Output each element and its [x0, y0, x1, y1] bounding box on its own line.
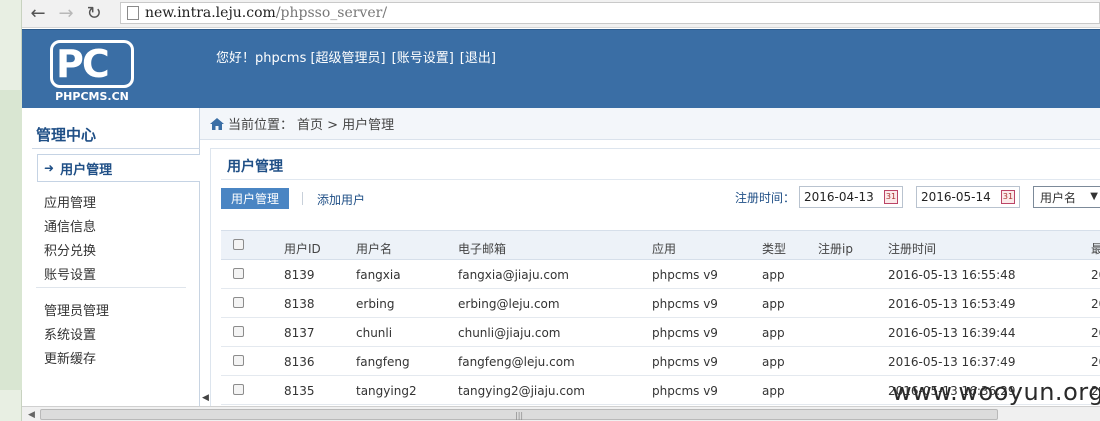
app-header: PC PHPCMS.CN 您好！phpcms [超级管理员] [账号设置] [退…: [22, 29, 1100, 108]
calendar-icon[interactable]: 31: [1001, 190, 1015, 204]
phpcms-logo[interactable]: PC PHPCMS.CN: [48, 40, 136, 104]
table-header: 用户ID 用户名 电子邮箱 应用 类型 注册ip 注册时间 最: [221, 230, 1100, 260]
calendar-icon[interactable]: 31: [884, 190, 898, 204]
greeting-text: 您好！phpcms [超级管理员]: [216, 51, 386, 66]
tab-divider: [302, 192, 303, 205]
reload-icon[interactable]: ↻: [82, 2, 106, 26]
user-management-panel: 用户管理 用户管理 添加用户 注册时间： 2016-04-13 31 2016-…: [210, 148, 1100, 406]
back-icon[interactable]: ←: [26, 2, 50, 26]
sidebar-item-points-exchange[interactable]: 积分兑换: [44, 240, 96, 259]
sidebar-item-update-cache[interactable]: 更新缓存: [44, 348, 96, 367]
select-all-checkbox[interactable]: [233, 239, 244, 250]
row-checkbox[interactable]: [233, 355, 244, 366]
sidebar-item-system-settings[interactable]: 系统设置: [44, 324, 96, 343]
user-greeting: 您好！phpcms [超级管理员] [账号设置] [退出]: [216, 47, 496, 66]
table-row[interactable]: 8136 fangfeng fangfeng@leju.com phpcms v…: [221, 347, 1100, 376]
col-type: 类型: [762, 242, 787, 256]
logout-link[interactable]: [退出]: [460, 47, 496, 66]
tab-user-management[interactable]: 用户管理: [221, 188, 289, 209]
horizontal-scrollbar[interactable]: ◀ |||: [22, 406, 1100, 421]
row-checkbox[interactable]: [233, 326, 244, 337]
sidebar: 管理中心 ➜ 用户管理 应用管理 通信信息 积分兑换 账号设置 管理员管理 系统…: [22, 108, 200, 406]
main-content: 当前位置： 首页 > 用户管理 用户管理 用户管理 添加用户 注册时间： 201…: [200, 108, 1100, 406]
divider: [32, 148, 200, 149]
row-checkbox[interactable]: [233, 384, 244, 395]
col-app: 应用: [652, 242, 677, 256]
browser-window: ← → ↻ new.intra.leju.com/phpsso_server/ …: [22, 0, 1100, 421]
home-icon: [210, 117, 224, 130]
table-row[interactable]: 8137 chunli chunli@jiaju.com phpcms v9 a…: [221, 318, 1100, 347]
sidebar-title: 管理中心: [36, 126, 97, 144]
outer-window-edge: [0, 0, 22, 421]
sidebar-item-user-management[interactable]: ➜ 用户管理: [37, 154, 200, 182]
forward-icon[interactable]: →: [54, 2, 78, 26]
url-text: new.intra.leju.com/phpsso_server/: [145, 5, 388, 21]
reg-time-label: 注册时间：: [735, 191, 796, 205]
scroll-left-icon[interactable]: ◀: [28, 410, 35, 420]
search-field-select[interactable]: 用户名 ▼: [1033, 186, 1100, 208]
table-row[interactable]: 8139 fangxia fangxia@jiaju.com phpcms v9…: [221, 260, 1100, 289]
sidebar-item-app-management[interactable]: 应用管理: [44, 192, 96, 211]
address-bar[interactable]: new.intra.leju.com/phpsso_server/: [120, 2, 1100, 24]
collapse-sidebar-icon[interactable]: ◀: [202, 393, 209, 403]
col-reg-time: 注册时间: [888, 242, 937, 256]
col-username: 用户名: [356, 242, 393, 256]
tab-add-user[interactable]: 添加用户: [317, 191, 365, 208]
col-last: 最: [1091, 242, 1100, 256]
date-to-input[interactable]: 2016-05-14 31: [916, 186, 1020, 208]
row-checkbox[interactable]: [233, 268, 244, 279]
breadcrumb-path[interactable]: 首页 > 用户管理: [297, 114, 394, 133]
sidebar-item-communication[interactable]: 通信信息: [44, 216, 96, 235]
col-email: 电子邮箱: [458, 242, 507, 256]
divider: [221, 179, 1100, 180]
account-settings-link[interactable]: [账号设置]: [392, 47, 454, 66]
row-checkbox[interactable]: [233, 297, 244, 308]
page-icon: [127, 6, 139, 20]
watermark: www.wooyun.org: [892, 378, 1100, 406]
date-from-input[interactable]: 2016-04-13 31: [799, 186, 903, 208]
divider: [36, 287, 186, 288]
sidebar-item-account-settings[interactable]: 账号设置: [44, 264, 96, 283]
page-title: 用户管理: [227, 159, 283, 175]
chevron-down-icon: ▼: [1090, 191, 1098, 202]
browser-toolbar: ← → ↻ new.intra.leju.com/phpsso_server/: [22, 0, 1100, 28]
col-user-id: 用户ID: [284, 242, 321, 256]
arrow-right-icon: ➜: [44, 161, 55, 175]
scrollbar-thumb[interactable]: |||: [40, 409, 998, 420]
sidebar-item-admin-management[interactable]: 管理员管理: [44, 300, 109, 319]
table-row[interactable]: 8138 erbing erbing@leju.com phpcms v9 ap…: [221, 289, 1100, 318]
breadcrumb: 当前位置： 首页 > 用户管理: [200, 108, 1100, 140]
col-reg-ip: 注册ip: [818, 242, 853, 256]
